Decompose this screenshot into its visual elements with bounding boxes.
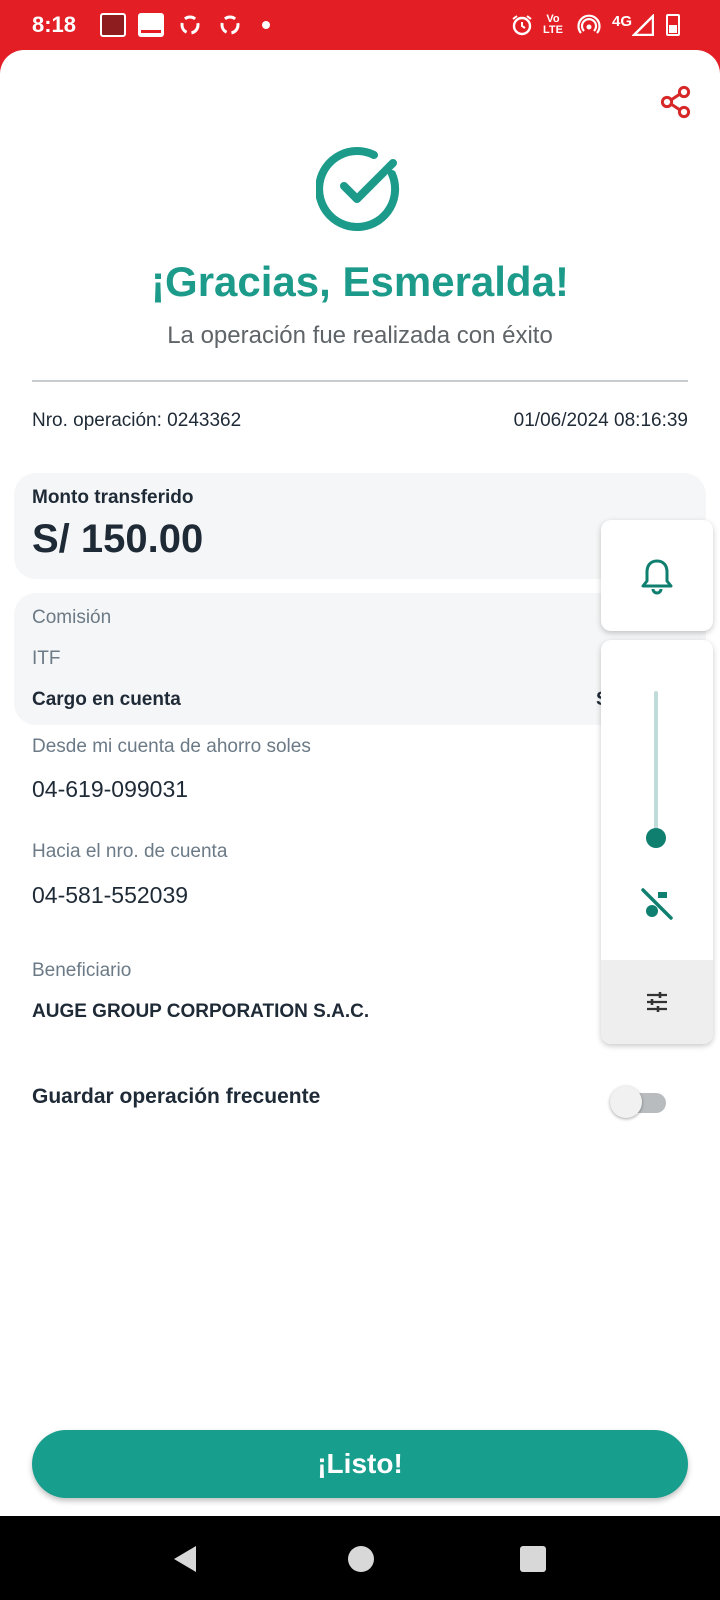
dot-icon [262, 21, 270, 29]
sync-icon [218, 13, 242, 37]
bell-icon [641, 559, 673, 594]
from-account-value: 04-619-099031 [32, 776, 189, 802]
beneficiary-label: Beneficiario [32, 960, 132, 981]
done-button[interactable]: ¡Listo! [32, 1430, 688, 1498]
battery-icon [666, 14, 680, 36]
page-subtitle: La operación fue realizada con éxito [167, 322, 553, 349]
save-frequent-toggle[interactable] [610, 1085, 670, 1119]
charge-label: Cargo en cuenta [32, 689, 181, 710]
volte-bottom: LTE [543, 24, 563, 36]
page-title: ¡Gracias, Esmeralda! [151, 258, 569, 305]
ring-mode-button[interactable] [601, 520, 713, 631]
signal-icon [632, 13, 654, 37]
amount-label: Monto transferido [32, 487, 194, 508]
save-frequent-label: Guardar operación frecuente [32, 1085, 321, 1108]
commission-label: Comisión [32, 607, 112, 628]
navigation-bar [0, 1516, 720, 1600]
status-bar: 8:18 Vo LTE 4G [0, 0, 720, 50]
status-time: 8:18 [32, 12, 77, 37]
recents-icon[interactable] [520, 1546, 546, 1572]
sync-icon [178, 13, 202, 37]
to-account-value: 04-581-552039 [32, 882, 189, 908]
sliders-icon [647, 992, 667, 1012]
notification-app-icon [138, 13, 164, 37]
share-button[interactable] [656, 82, 696, 122]
hotspot-icon [576, 13, 602, 37]
volume-slider-knob[interactable] [646, 828, 666, 848]
itf-label: ITF [32, 648, 61, 669]
share-icon [660, 85, 691, 119]
sound-settings-button[interactable] [601, 960, 713, 1044]
volte-icon: Vo LTE [538, 13, 568, 37]
back-icon[interactable] [168, 1542, 202, 1576]
from-account-label: Desde mi cuenta de ahorro soles [32, 736, 311, 757]
beneficiary-value: AUGE GROUP CORPORATION S.A.C. [32, 1001, 370, 1022]
check-circle-icon [316, 147, 400, 232]
divider [32, 380, 688, 382]
operation-number: Nro. operación: 0243362 [32, 410, 242, 431]
toggle-thumb [610, 1086, 642, 1118]
amount-value: S/ 150.00 [32, 517, 204, 561]
notification-app-icon [100, 13, 126, 37]
mute-button[interactable] [637, 884, 677, 924]
to-account-label: Hacia el nro. de cuenta [32, 841, 228, 862]
volume-panel [601, 640, 713, 1044]
alarm-icon [510, 13, 534, 37]
network-type: 4G [611, 12, 632, 30]
operation-datetime: 01/06/2024 08:16:39 [513, 410, 688, 431]
home-icon[interactable] [348, 1546, 374, 1572]
volume-slider-track[interactable] [654, 691, 658, 836]
music-off-icon [641, 888, 673, 920]
